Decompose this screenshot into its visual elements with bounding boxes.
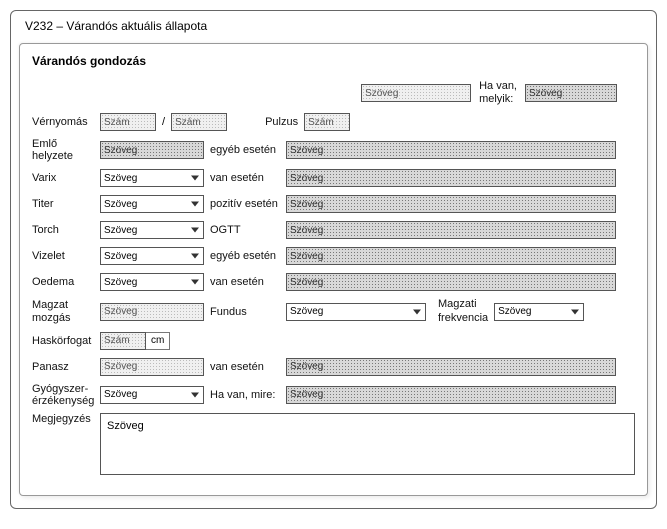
- pulzus-value[interactable]: Szám: [304, 113, 350, 131]
- label-torch: Torch: [32, 224, 100, 236]
- gyogyszer-mire[interactable]: Szöveg: [286, 386, 616, 404]
- label-magzati-frekvencia: Magzati frekvencia: [438, 298, 488, 324]
- oedema-select[interactable]: Szöveg: [100, 273, 204, 291]
- label-oedema: Oedema: [32, 276, 100, 288]
- label-varix: Varix: [32, 172, 100, 184]
- label-magzat-mozgas: Magzat mozgás: [32, 299, 100, 323]
- window-title: V232 – Várandós aktuális állapota: [25, 19, 648, 33]
- oedema-van[interactable]: Szöveg: [286, 273, 616, 291]
- label-vizelet: Vizelet: [32, 250, 100, 262]
- top-status-field[interactable]: Szöveg: [361, 84, 471, 102]
- haskorfogat-value[interactable]: Szám: [100, 332, 146, 350]
- varix-select[interactable]: Szöveg: [100, 169, 204, 187]
- emlo-value[interactable]: Szöveg: [100, 141, 204, 159]
- titer-pozitiv[interactable]: Szöveg: [286, 195, 616, 213]
- magzat-mozgas-value[interactable]: Szöveg: [100, 303, 204, 321]
- vernyomas-sys[interactable]: Szám: [100, 113, 156, 131]
- label-ogtt: OGTT: [204, 224, 286, 236]
- label-pulzus: Pulzus: [265, 116, 298, 128]
- label-van-eseten-1: van esetén: [204, 172, 286, 184]
- ogtt-value[interactable]: Szöveg: [286, 221, 616, 239]
- label-megjegyzes: Megjegyzés: [32, 413, 100, 425]
- label-titer: Titer: [32, 198, 100, 210]
- panasz-van[interactable]: Szöveg: [286, 358, 616, 376]
- unit-cm: cm: [146, 332, 170, 350]
- titer-select[interactable]: Szöveg: [100, 195, 204, 213]
- panasz-value[interactable]: Szöveg: [100, 358, 204, 376]
- slash: /: [162, 116, 165, 128]
- vizelet-egyeb[interactable]: Szöveg: [286, 247, 616, 265]
- window-card: V232 – Várandós aktuális állapota Várand…: [10, 10, 657, 509]
- magzati-frekvencia-select[interactable]: Szöveg: [494, 303, 584, 321]
- label-haskorfogat: Haskörfogat: [32, 335, 100, 347]
- label-egyeb-eseten-2: egyéb esetén: [204, 250, 286, 262]
- panel-varandos-gondozas: Várandós gondozás Szöveg Ha van, melyik:…: [19, 43, 648, 496]
- havan-melyik-value[interactable]: Szöveg: [525, 84, 617, 102]
- label-egyeb-eseten-1: egyéb esetén: [204, 144, 286, 156]
- vernyomas-dia[interactable]: Szám: [171, 113, 227, 131]
- label-gyogyszer: Gyógyszer- érzékenység: [32, 383, 100, 407]
- label-vernyomas: Vérnyomás: [32, 116, 100, 128]
- torch-select[interactable]: Szöveg: [100, 221, 204, 239]
- fundus-select[interactable]: Szöveg: [286, 303, 426, 321]
- emlo-egyeb[interactable]: Szöveg: [286, 141, 616, 159]
- label-van-eseten-2: van esetén: [204, 276, 286, 288]
- panel-title: Várandós gondozás: [32, 54, 635, 68]
- label-pozitiv-eseten: pozitív esetén: [204, 198, 286, 210]
- label-havan-mire: Ha van, mire:: [204, 389, 286, 401]
- label-van-eseten-3: van esetén: [204, 361, 286, 373]
- vizelet-select[interactable]: Szöveg: [100, 247, 204, 265]
- varix-van[interactable]: Szöveg: [286, 169, 616, 187]
- label-panasz: Panasz: [32, 361, 100, 373]
- megjegyzes-textarea[interactable]: Szöveg: [100, 413, 635, 475]
- label-fundus: Fundus: [204, 306, 286, 318]
- label-havan-melyik: Ha van, melyik:: [479, 80, 517, 106]
- gyogyszer-select[interactable]: Szöveg: [100, 386, 204, 404]
- label-emlo: Emlő helyzete: [32, 138, 100, 162]
